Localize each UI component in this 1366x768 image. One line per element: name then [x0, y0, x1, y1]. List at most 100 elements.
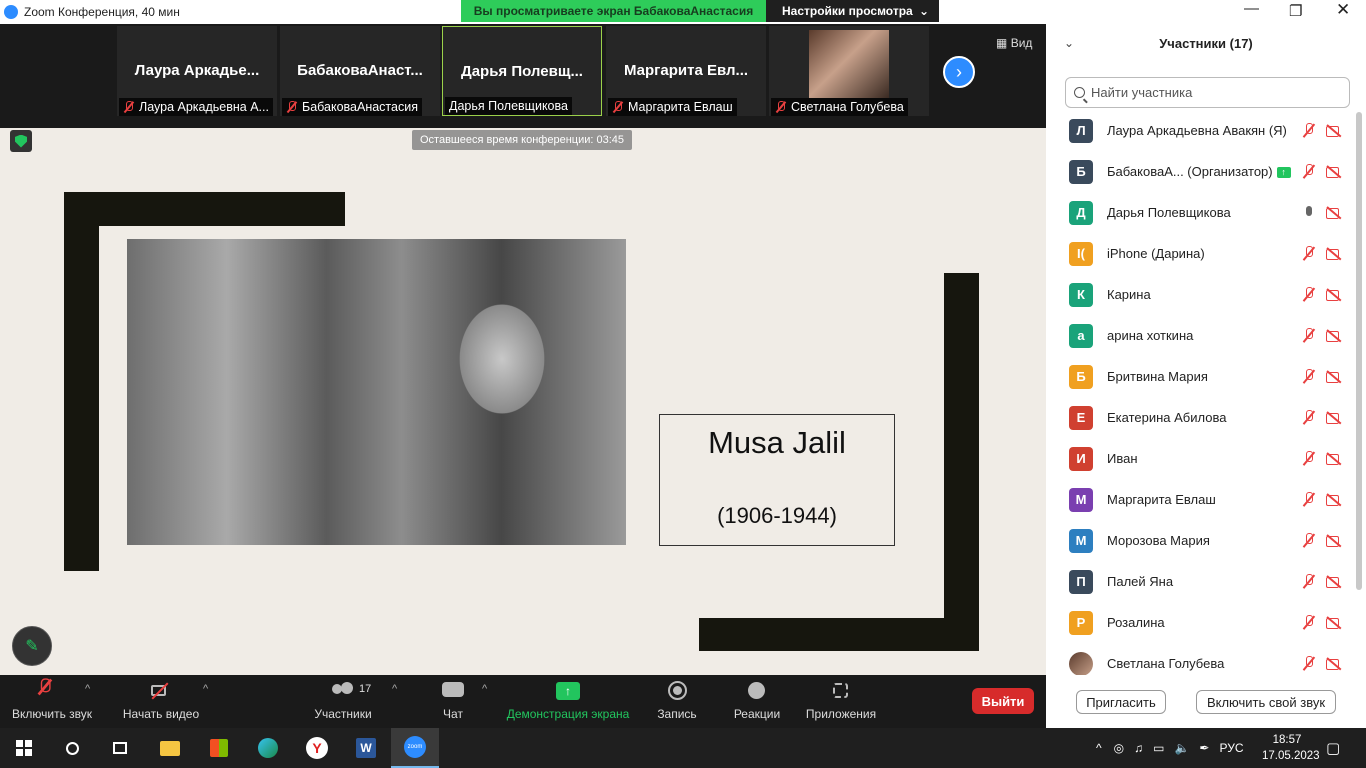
- taskbar-clock[interactable]: 18:57 17.05.2023: [1262, 732, 1320, 764]
- video-tile[interactable]: Светлана Голубева: [769, 26, 929, 116]
- restore-icon[interactable]: ❐: [1289, 2, 1302, 20]
- security-shield-icon[interactable]: [10, 130, 32, 152]
- meeting-toolbar: Включить звук ^ Начать видео ^ Участники…: [0, 675, 1046, 728]
- video-options-caret-icon[interactable]: ^: [203, 683, 208, 695]
- participant-list: Л Лаура Аркадьевна Авакян (Я) Б БабаковаА..…: [1046, 110, 1356, 675]
- apps-icon: [830, 682, 852, 700]
- view-label: Вид: [1010, 36, 1033, 50]
- participant-row[interactable]: а арина хоткина: [1046, 315, 1356, 356]
- chat-button[interactable]: Чат: [432, 675, 474, 728]
- tile-label-text: Маргарита Евлаш: [628, 100, 733, 114]
- reactions-button[interactable]: Реакции: [730, 675, 784, 728]
- tile-label-text: Лаура Аркадьевна А...: [139, 100, 269, 114]
- participants-icon: [332, 682, 354, 700]
- leave-meeting-button[interactable]: Выйти: [972, 688, 1034, 714]
- task-view-icon[interactable]: [96, 728, 144, 768]
- mic-off-icon: [775, 101, 787, 113]
- participant-list-scrollbar[interactable]: [1356, 112, 1362, 590]
- participant-row[interactable]: Е Екатерина Абилова: [1046, 397, 1356, 438]
- unmute-self-button[interactable]: Включить свой звук: [1196, 690, 1336, 714]
- video-tile[interactable]: Маргарита Евл... Маргарита Евлаш: [606, 26, 766, 116]
- participant-row[interactable]: М Морозова Мария: [1046, 520, 1356, 561]
- unmute-button[interactable]: Включить звук: [8, 675, 96, 728]
- tile-label-text: БабаковаАнастасия: [302, 100, 418, 114]
- avatar: М: [1069, 487, 1093, 512]
- mic-off-icon: [1302, 614, 1316, 631]
- video-off-icon: [1326, 124, 1344, 138]
- zoom-taskbar-icon[interactable]: zoom: [391, 728, 439, 768]
- participant-name: БабаковаА... (Организатор) ↑: [1107, 164, 1291, 179]
- slide-years: (1906-1944): [717, 503, 837, 528]
- participant-row[interactable]: Д Дарья Полевщикова: [1046, 192, 1356, 233]
- avatar: Б: [1069, 159, 1093, 184]
- tile-name: Дарья Полевщ...: [461, 63, 583, 80]
- language-indicator[interactable]: РУС: [1219, 741, 1243, 755]
- video-tile-active-speaker[interactable]: Дарья Полевщ... Дарья Полевщикова: [442, 26, 602, 116]
- invite-button[interactable]: Пригласить: [1076, 690, 1166, 714]
- participant-row[interactable]: Б Бритвина Мария: [1046, 356, 1356, 397]
- video-tile[interactable]: Лаура Аркадье... Лаура Аркадьевна А...: [117, 26, 277, 116]
- store-icon[interactable]: [195, 728, 243, 768]
- video-thumbnail-strip: Лаура Аркадье... Лаура Аркадьевна А... Б…: [0, 24, 1046, 128]
- participant-row[interactable]: М Маргарита Евлаш: [1046, 479, 1356, 520]
- video-off-icon: [1326, 616, 1344, 630]
- chat-options-caret-icon[interactable]: ^: [482, 683, 487, 695]
- start-video-button[interactable]: Начать видео: [120, 675, 202, 728]
- share-screen-button[interactable]: ↑ Демонстрация экрана: [504, 675, 632, 728]
- windows-start-icon[interactable]: [0, 728, 48, 768]
- network-icon[interactable]: ▭: [1153, 741, 1164, 755]
- audio-options-caret-icon[interactable]: ^: [85, 683, 90, 695]
- system-tray: ^ ◎ ♫ ▭ 🔈 ✒ РУС: [1096, 728, 1244, 768]
- minimize-icon[interactable]: —: [1244, 0, 1259, 17]
- video-off-icon: [1326, 657, 1344, 671]
- participant-row[interactable]: Л Лаура Аркадьевна Авакян (Я): [1046, 110, 1356, 151]
- chat-bubble-icon: [442, 682, 464, 700]
- participant-row[interactable]: I(iPhone (Дарина): [1046, 233, 1356, 274]
- apps-button[interactable]: Приложения: [802, 675, 880, 728]
- participant-name: Розалина: [1107, 615, 1165, 630]
- participant-name-text: Палей Яна: [1107, 574, 1174, 589]
- close-icon[interactable]: ✕: [1336, 0, 1350, 20]
- windows-taskbar: Y W zoom ^ ◎ ♫ ▭ 🔈 ✒ РУС 18:57 17.05.202…: [0, 728, 1366, 768]
- annotate-pencil-icon[interactable]: ✎: [12, 626, 52, 666]
- participant-name-text: Розалина: [1107, 615, 1165, 630]
- record-button[interactable]: Запись: [654, 675, 700, 728]
- participant-row[interactable]: Р Розалина: [1046, 602, 1356, 643]
- mic-off-icon: [1302, 409, 1316, 426]
- search-participant-input[interactable]: Найти участника: [1065, 77, 1350, 108]
- participant-row[interactable]: П Палей Яна: [1046, 561, 1356, 602]
- volume-icon[interactable]: 🔈: [1174, 741, 1189, 755]
- mic-off-icon: [612, 101, 624, 113]
- participant-name-text: Морозова Мария: [1107, 533, 1210, 548]
- yandex-browser-icon[interactable]: Y: [293, 728, 341, 768]
- mic-icon[interactable]: ♫: [1134, 741, 1143, 755]
- notifications-icon[interactable]: ▢: [1326, 728, 1340, 768]
- participant-row[interactable]: И Иван: [1046, 438, 1356, 479]
- video-tile[interactable]: БабаковаАнаст... БабаковаАнастасия: [280, 26, 440, 116]
- participant-row[interactable]: Светлана Голубева: [1046, 643, 1356, 675]
- search-icon[interactable]: [48, 728, 96, 768]
- mic-off-icon: [1302, 163, 1316, 180]
- file-explorer-icon[interactable]: [146, 728, 194, 768]
- show-hidden-icons-chevron-icon[interactable]: ^: [1096, 741, 1102, 755]
- participant-name: Палей Яна: [1107, 574, 1173, 589]
- view-button[interactable]: ▦ Вид: [996, 36, 1032, 50]
- participant-row[interactable]: Б БабаковаА... (Организатор) ↑: [1046, 151, 1356, 192]
- participants-options-caret-icon[interactable]: ^: [392, 683, 397, 695]
- word-icon[interactable]: W: [342, 728, 390, 768]
- name-caption-box: Musa Jalil (1906-1944): [659, 414, 895, 546]
- avatar: [1069, 651, 1093, 675]
- mic-off-icon: [123, 101, 135, 113]
- participant-name-text: Светлана Голубева: [1107, 656, 1225, 671]
- participant-name-text: Бритвина Мария: [1107, 369, 1208, 384]
- next-page-arrow-icon[interactable]: ›: [943, 56, 975, 88]
- participant-row[interactable]: К Карина: [1046, 274, 1356, 315]
- pen-icon[interactable]: ✒: [1199, 741, 1209, 755]
- edge-browser-icon[interactable]: [244, 728, 292, 768]
- view-settings-button[interactable]: Настройки просмотра ⌄: [766, 0, 939, 22]
- meet-now-icon[interactable]: ◎: [1114, 741, 1124, 755]
- search-icon: [1074, 87, 1085, 98]
- unmute-label: Включить звук: [11, 707, 93, 721]
- clock-date: 17.05.2023: [1262, 750, 1320, 762]
- participant-name: Екатерина Абилова: [1107, 410, 1226, 425]
